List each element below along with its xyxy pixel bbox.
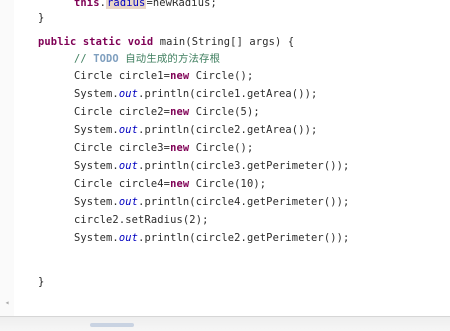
assign-rest: =newRadius;	[146, 0, 217, 9]
code-text: Circle circle1=	[74, 70, 171, 82]
keyword-new: new	[170, 178, 190, 190]
code-text: Circle(10);	[189, 178, 267, 190]
horizontal-scrollbar-thumb[interactable]	[90, 323, 134, 327]
code-line-print-circle2-area[interactable]: System.out.println(circle2.getArea());	[74, 122, 317, 139]
comment-text: 自动生成的方法存根	[125, 53, 221, 65]
keyword-new: new	[170, 106, 190, 118]
code-line-set-radius[interactable]: circle2.setRadius(2);	[74, 212, 209, 229]
code-text: Circle(5);	[189, 106, 260, 118]
keyword-static: static	[82, 36, 122, 48]
keyword-public: public	[38, 36, 77, 48]
field-out: out	[118, 232, 139, 244]
main-rest: main(String[] args) {	[159, 36, 295, 48]
code-text: Circle();	[189, 142, 254, 154]
code-text: .println(circle4.getPerimeter());	[138, 196, 350, 208]
keyword-void: void	[127, 36, 154, 48]
code-text: System.	[74, 124, 119, 136]
code-text: System.	[74, 232, 119, 244]
code-text: Circle();	[189, 70, 254, 82]
code-line-print-circle3-perimeter[interactable]: System.out.println(circle3.getPerimeter(…	[74, 158, 349, 175]
code-text: .println(circle1.getArea());	[138, 88, 318, 100]
code-line-main-signature[interactable]: public static void main(String[] args) {	[38, 34, 294, 51]
code-line-print-circle1-area[interactable]: System.out.println(circle1.getArea());	[74, 86, 317, 103]
code-text: .println(circle2.getArea());	[138, 124, 318, 136]
code-text: Circle circle3=	[74, 142, 171, 154]
code-line-print-circle2-perimeter[interactable]: System.out.println(circle2.getPerimeter(…	[74, 230, 349, 247]
code-line-assign-radius[interactable]: this.radius=newRadius;	[74, 0, 217, 12]
code-line-close-brace-1[interactable]: }	[38, 10, 44, 27]
editor-gutter	[0, 0, 14, 331]
field-out: out	[118, 160, 139, 172]
code-text: Circle circle4=	[74, 178, 171, 190]
todo-tag: TODO	[93, 53, 119, 65]
keyword-this: this	[74, 0, 100, 9]
code-line-new-circle4[interactable]: Circle circle4=new Circle(10);	[74, 176, 266, 193]
keyword-new: new	[170, 70, 190, 82]
code-text: .println(circle2.getPerimeter());	[138, 232, 350, 244]
code-line-todo-comment[interactable]: // TODO 自动生成的方法存根	[74, 51, 220, 68]
code-text: System.	[74, 88, 119, 100]
code-line-print-circle4-perimeter[interactable]: System.out.println(circle4.getPerimeter(…	[74, 194, 349, 211]
field-radius: radius	[106, 0, 147, 9]
code-text: System.	[74, 160, 119, 172]
editor-bottom-bar	[0, 316, 450, 331]
field-out: out	[118, 196, 139, 208]
keyword-new: new	[170, 142, 190, 154]
code-line-new-circle1[interactable]: Circle circle1=new Circle();	[74, 68, 253, 85]
field-out: out	[118, 88, 139, 100]
code-editor[interactable]: this.radius=newRadius; } public static v…	[0, 0, 450, 331]
code-text: Circle circle2=	[74, 106, 171, 118]
code-line-close-brace-2[interactable]: }	[38, 274, 44, 291]
comment-slashes: //	[74, 53, 94, 65]
code-text: .println(circle3.getPerimeter());	[138, 160, 350, 172]
field-out: out	[118, 124, 139, 136]
code-line-new-circle2[interactable]: Circle circle2=new Circle(5);	[74, 104, 260, 121]
collapse-marker-icon[interactable]: ◂	[0, 298, 14, 308]
code-text: System.	[74, 196, 119, 208]
code-line-new-circle3[interactable]: Circle circle3=new Circle();	[74, 140, 253, 157]
